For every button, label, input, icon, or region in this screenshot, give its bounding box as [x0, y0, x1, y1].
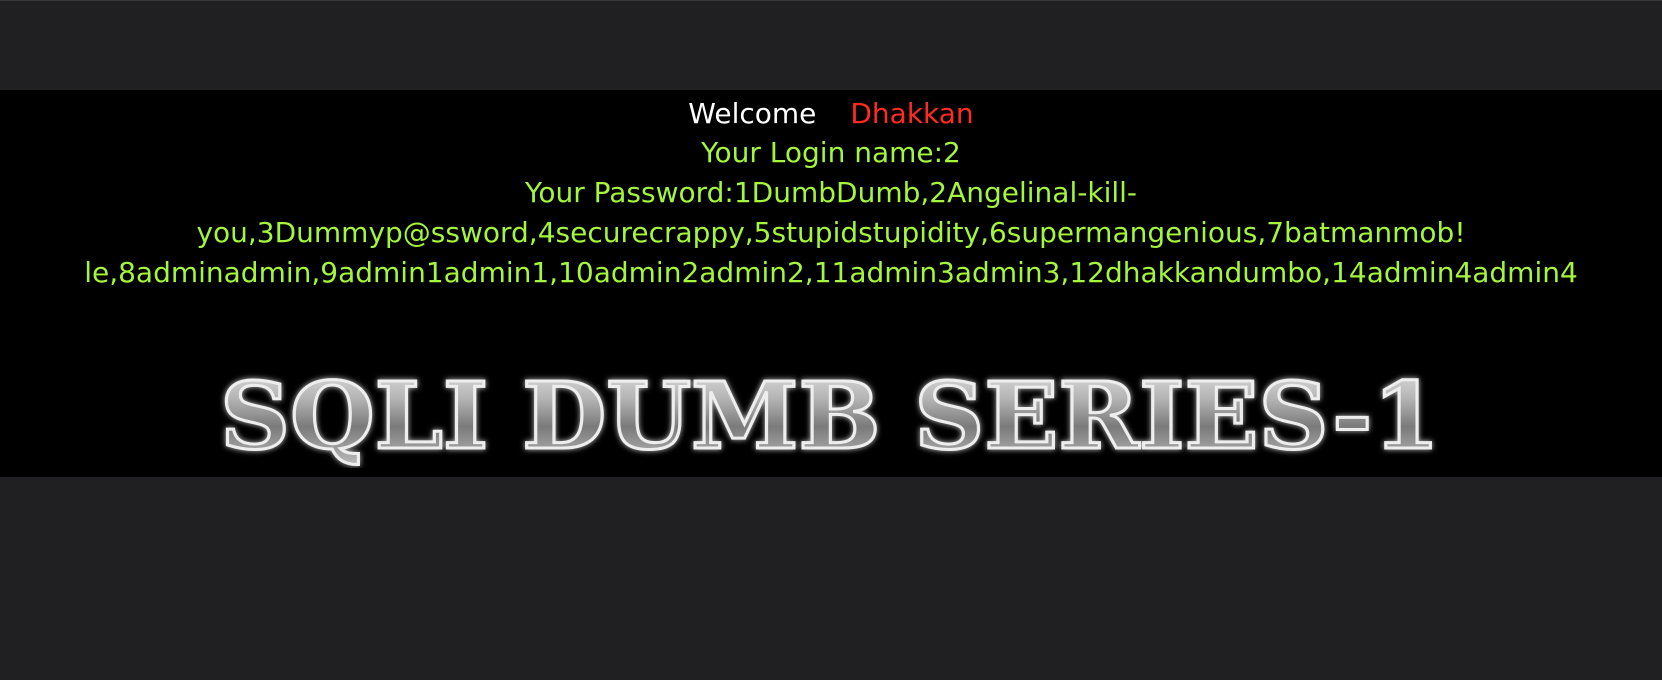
top-edge: [0, 0, 1662, 1]
welcome-line: Welcome Dhakkan: [0, 94, 1662, 134]
password-block: Your Password:1DumbDumb,2Angelinal-kill-…: [0, 173, 1662, 293]
password-line-2: you,3Dummyp@ssword,4securecrappy,5stupid…: [196, 216, 1466, 249]
welcome-label: Welcome: [688, 97, 817, 130]
password-line-3: le,8adminadmin,9admin1admin1,10admin2adm…: [84, 256, 1578, 289]
login-name-line: Your Login name:2: [701, 136, 961, 169]
password-line-1: Your Password:1DumbDumb,2Angelinal-kill-: [524, 176, 1138, 209]
result-banner: Welcome Dhakkan Your Login name:2 Your Pa…: [0, 90, 1662, 477]
series-title-image: SQLI DUMB SERIES-1: [213, 358, 1447, 469]
series-title-text: SQLI DUMB SERIES-1: [220, 362, 1440, 468]
user-name: Dhakkan: [850, 97, 974, 130]
